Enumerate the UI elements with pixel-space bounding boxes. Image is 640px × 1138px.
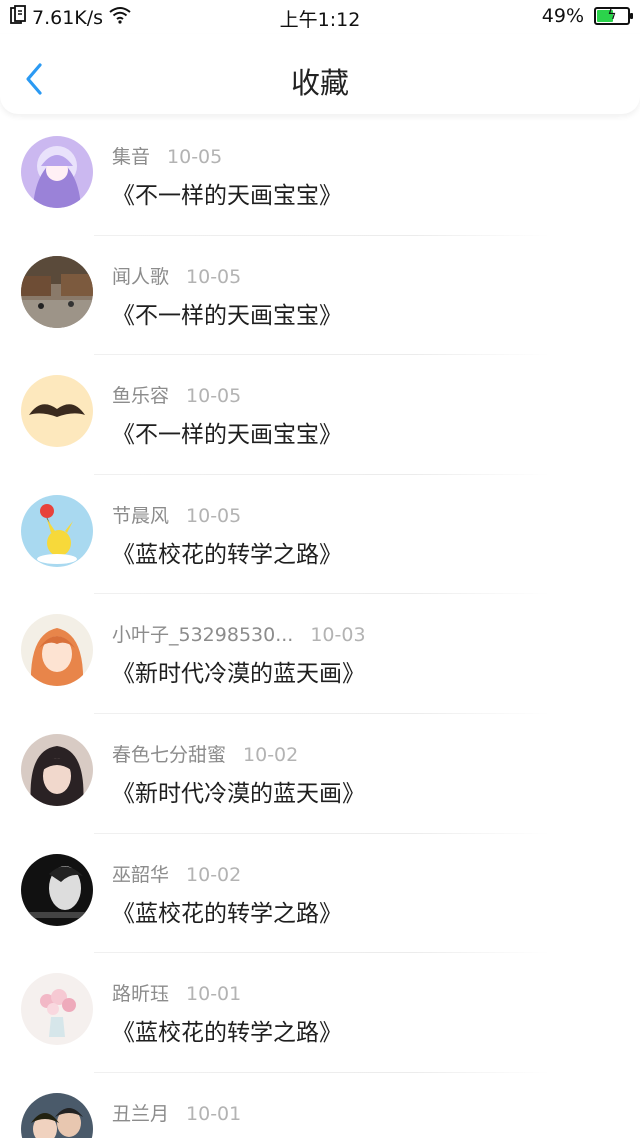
battery-percent: 49% <box>541 5 584 27</box>
item-date: 10-05 <box>186 385 242 408</box>
book-title[interactable]: 《蓝校花的转学之路》 <box>112 1013 342 1047</box>
user-name[interactable]: 小叶子_53298530... <box>112 620 293 647</box>
avatar[interactable] <box>21 375 93 448</box>
item-meta: 鱼乐容 10-05 <box>112 381 241 408</box>
book-title[interactable]: 《新时代冷漠的蓝天画》 <box>112 654 365 688</box>
book-title[interactable]: 《新时代冷漠的蓝天画》 <box>112 774 365 808</box>
item-date: 10-01 <box>186 983 242 1006</box>
item-date: 10-03 <box>310 624 366 647</box>
charging-bolt-icon: ϟ <box>607 7 617 23</box>
list-item[interactable]: 闻人歌 10-05 《不一样的天画宝宝》 <box>0 236 640 356</box>
status-right: 49% ϟ <box>541 5 633 27</box>
avatar[interactable] <box>21 733 93 806</box>
avatar[interactable] <box>21 1092 93 1138</box>
status-bar: 7.61K/s 上午1:12 49% ϟ <box>0 0 640 34</box>
user-name[interactable]: 集音 <box>112 142 150 169</box>
battery-icon: ϟ <box>594 7 633 25</box>
item-meta: 小叶子_53298530... 10-03 <box>112 620 366 647</box>
item-meta: 路昕珏 10-01 <box>112 979 241 1006</box>
list-item[interactable]: 集音 10-05 《不一样的天画宝宝》 <box>0 116 640 236</box>
avatar[interactable] <box>21 255 93 328</box>
avatar[interactable] <box>21 614 93 687</box>
book-title[interactable]: 《不一样的天画宝宝》 <box>112 415 342 449</box>
item-meta: 闻人歌 10-05 <box>112 262 241 289</box>
list-item[interactable]: 节晨风 10-05 《蓝校花的转学之路》 <box>0 475 640 595</box>
avatar[interactable] <box>21 973 93 1046</box>
book-title[interactable]: 《蓝校花的转学之路》 <box>112 1133 342 1138</box>
nav-header: 收藏 <box>0 34 640 114</box>
list-item[interactable]: 春色七分甜蜜 10-02 《新时代冷漠的蓝天画》 <box>0 714 640 834</box>
avatar[interactable] <box>21 136 93 208</box>
book-title[interactable]: 《不一样的天画宝宝》 <box>112 176 342 210</box>
list-item[interactable]: 小叶子_53298530... 10-03 《新时代冷漠的蓝天画》 <box>0 594 640 714</box>
item-meta: 节晨风 10-05 <box>112 501 241 528</box>
item-meta: 丑兰月 10-01 <box>112 1099 241 1126</box>
user-name[interactable]: 鱼乐容 <box>112 381 169 408</box>
item-meta: 巫韶华 10-02 <box>112 860 241 887</box>
item-date: 10-05 <box>186 504 242 527</box>
item-meta: 春色七分甜蜜 10-02 <box>112 740 298 767</box>
book-title[interactable]: 《蓝校花的转学之路》 <box>112 894 342 928</box>
item-date: 10-02 <box>243 743 299 766</box>
user-name[interactable]: 春色七分甜蜜 <box>112 740 226 767</box>
avatar[interactable] <box>21 853 93 926</box>
item-date: 10-02 <box>186 863 242 886</box>
favorites-list: 集音 10-05 《不一样的天画宝宝》 闻人歌 10-05 《不一样的天画宝宝》 鱼乐容 10… <box>0 116 640 1138</box>
item-date: 10-05 <box>167 146 223 168</box>
list-item[interactable]: 路昕珏 10-01 《蓝校花的转学之路》 <box>0 953 640 1073</box>
book-title[interactable]: 《蓝校花的转学之路》 <box>112 535 342 569</box>
book-title[interactable]: 《不一样的天画宝宝》 <box>112 296 342 330</box>
user-name[interactable]: 丑兰月 <box>112 1099 169 1126</box>
item-meta: 集音 10-05 <box>112 142 222 169</box>
item-date: 10-05 <box>186 265 242 288</box>
item-date: 10-01 <box>186 1102 242 1125</box>
list-item[interactable]: 巫韶华 10-02 《蓝校花的转学之路》 <box>0 834 640 954</box>
user-name[interactable]: 节晨风 <box>112 501 169 528</box>
user-name[interactable]: 路昕珏 <box>112 979 169 1006</box>
list-item[interactable]: 丑兰月 10-01 《蓝校花的转学之路》 <box>0 1073 640 1138</box>
page-title: 收藏 <box>290 66 349 100</box>
user-name[interactable]: 巫韶华 <box>112 860 169 887</box>
list-item[interactable]: 鱼乐容 10-05 《不一样的天画宝宝》 <box>0 355 640 475</box>
avatar[interactable] <box>21 494 93 567</box>
user-name[interactable]: 闻人歌 <box>112 262 169 289</box>
